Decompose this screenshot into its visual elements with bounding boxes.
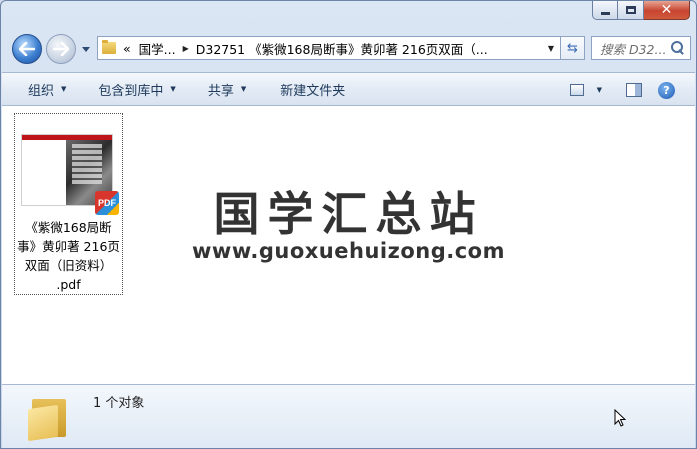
help-icon[interactable]: ? <box>658 81 675 99</box>
command-bar: 组织 ▼ 包含到库中 ▼ 共享 ▼ 新建文件夹 ▼ ? <box>2 72 695 106</box>
toolbar-right: ▼ ? <box>569 73 695 107</box>
view-icon <box>569 84 584 96</box>
share-menu[interactable]: 共享 ▼ <box>188 72 258 106</box>
search-icon[interactable] <box>670 40 686 56</box>
back-button[interactable] <box>12 34 42 64</box>
preview-pane-icon[interactable] <box>626 83 642 97</box>
change-view-button[interactable]: ▼ <box>569 73 606 107</box>
chevron-down-icon: ▼ <box>596 86 602 94</box>
close-button[interactable]: ✕ <box>644 1 690 20</box>
folder-front <box>28 404 58 442</box>
item-count: 1 个对象 <box>93 396 145 411</box>
share-label: 共享 <box>207 83 234 99</box>
chevron-down-icon: ▼ <box>240 85 247 93</box>
breadcrumb-separator-icon[interactable]: ▶ <box>180 44 192 53</box>
refresh-icon: ⇆ <box>567 40 578 56</box>
search-input[interactable]: 搜索 D32... <box>600 39 670 58</box>
address-dropdown-icon[interactable]: ▼ <box>542 37 560 59</box>
new-folder-label: 新建文件夹 <box>280 83 346 99</box>
navigation-row: « 国学... ▶ D32751 《紫微168局断事》黄卯著 216页双面（..… <box>10 34 691 64</box>
recent-pages-dropdown[interactable] <box>81 44 91 54</box>
back-arrow-icon <box>19 42 35 56</box>
explorer-window: ✕ « 国学... ▶ D32751 《紫微168局断事》黄卯著 216页双面（… <box>0 0 697 449</box>
breadcrumb-current[interactable]: D32751 《紫微168局断事》黄卯著 216页双面（... <box>192 39 542 58</box>
caption-buttons: ✕ <box>592 1 690 20</box>
file-list[interactable]: PDF 《紫微168局断 事》黄卯著 216页 双面（旧资料） .pdf 国学汇… <box>2 106 695 384</box>
include-in-library-menu[interactable]: 包含到库中 ▼ <box>78 72 187 106</box>
chevron-down-icon <box>82 46 90 52</box>
forward-button[interactable] <box>46 34 76 64</box>
forward-arrow-icon <box>53 42 69 56</box>
minimize-button[interactable] <box>592 1 618 20</box>
watermark-url: www.guoxuehuizong.com <box>192 239 505 263</box>
maximize-icon <box>625 6 636 14</box>
refresh-button[interactable]: ⇆ <box>561 36 585 60</box>
chevron-down-icon: ▼ <box>170 85 176 93</box>
organize-menu[interactable]: 组织 ▼ <box>2 72 78 106</box>
minimize-icon <box>600 11 610 15</box>
new-folder-button[interactable]: 新建文件夹 <box>258 72 357 106</box>
search-box[interactable]: 搜索 D32... <box>591 36 691 60</box>
folder-icon <box>28 395 68 442</box>
include-label: 包含到库中 <box>98 83 164 99</box>
address-overflow[interactable]: « <box>119 41 135 56</box>
chevron-down-icon: ▼ <box>61 85 67 93</box>
file-name-line-4: .pdf <box>56 277 81 292</box>
address-bar[interactable]: « 国学... ▶ D32751 《紫微168局断事》黄卯著 216页双面（..… <box>97 36 561 60</box>
details-pane: 1 个对象 <box>2 384 695 448</box>
organize-label: 组织 <box>28 83 55 99</box>
maximize-button[interactable] <box>618 1 644 20</box>
close-icon: ✕ <box>660 2 673 18</box>
watermark-title: 国学汇总站 <box>213 187 484 241</box>
breadcrumb-root[interactable]: 国学... <box>135 39 180 58</box>
folder-icon <box>102 40 116 54</box>
